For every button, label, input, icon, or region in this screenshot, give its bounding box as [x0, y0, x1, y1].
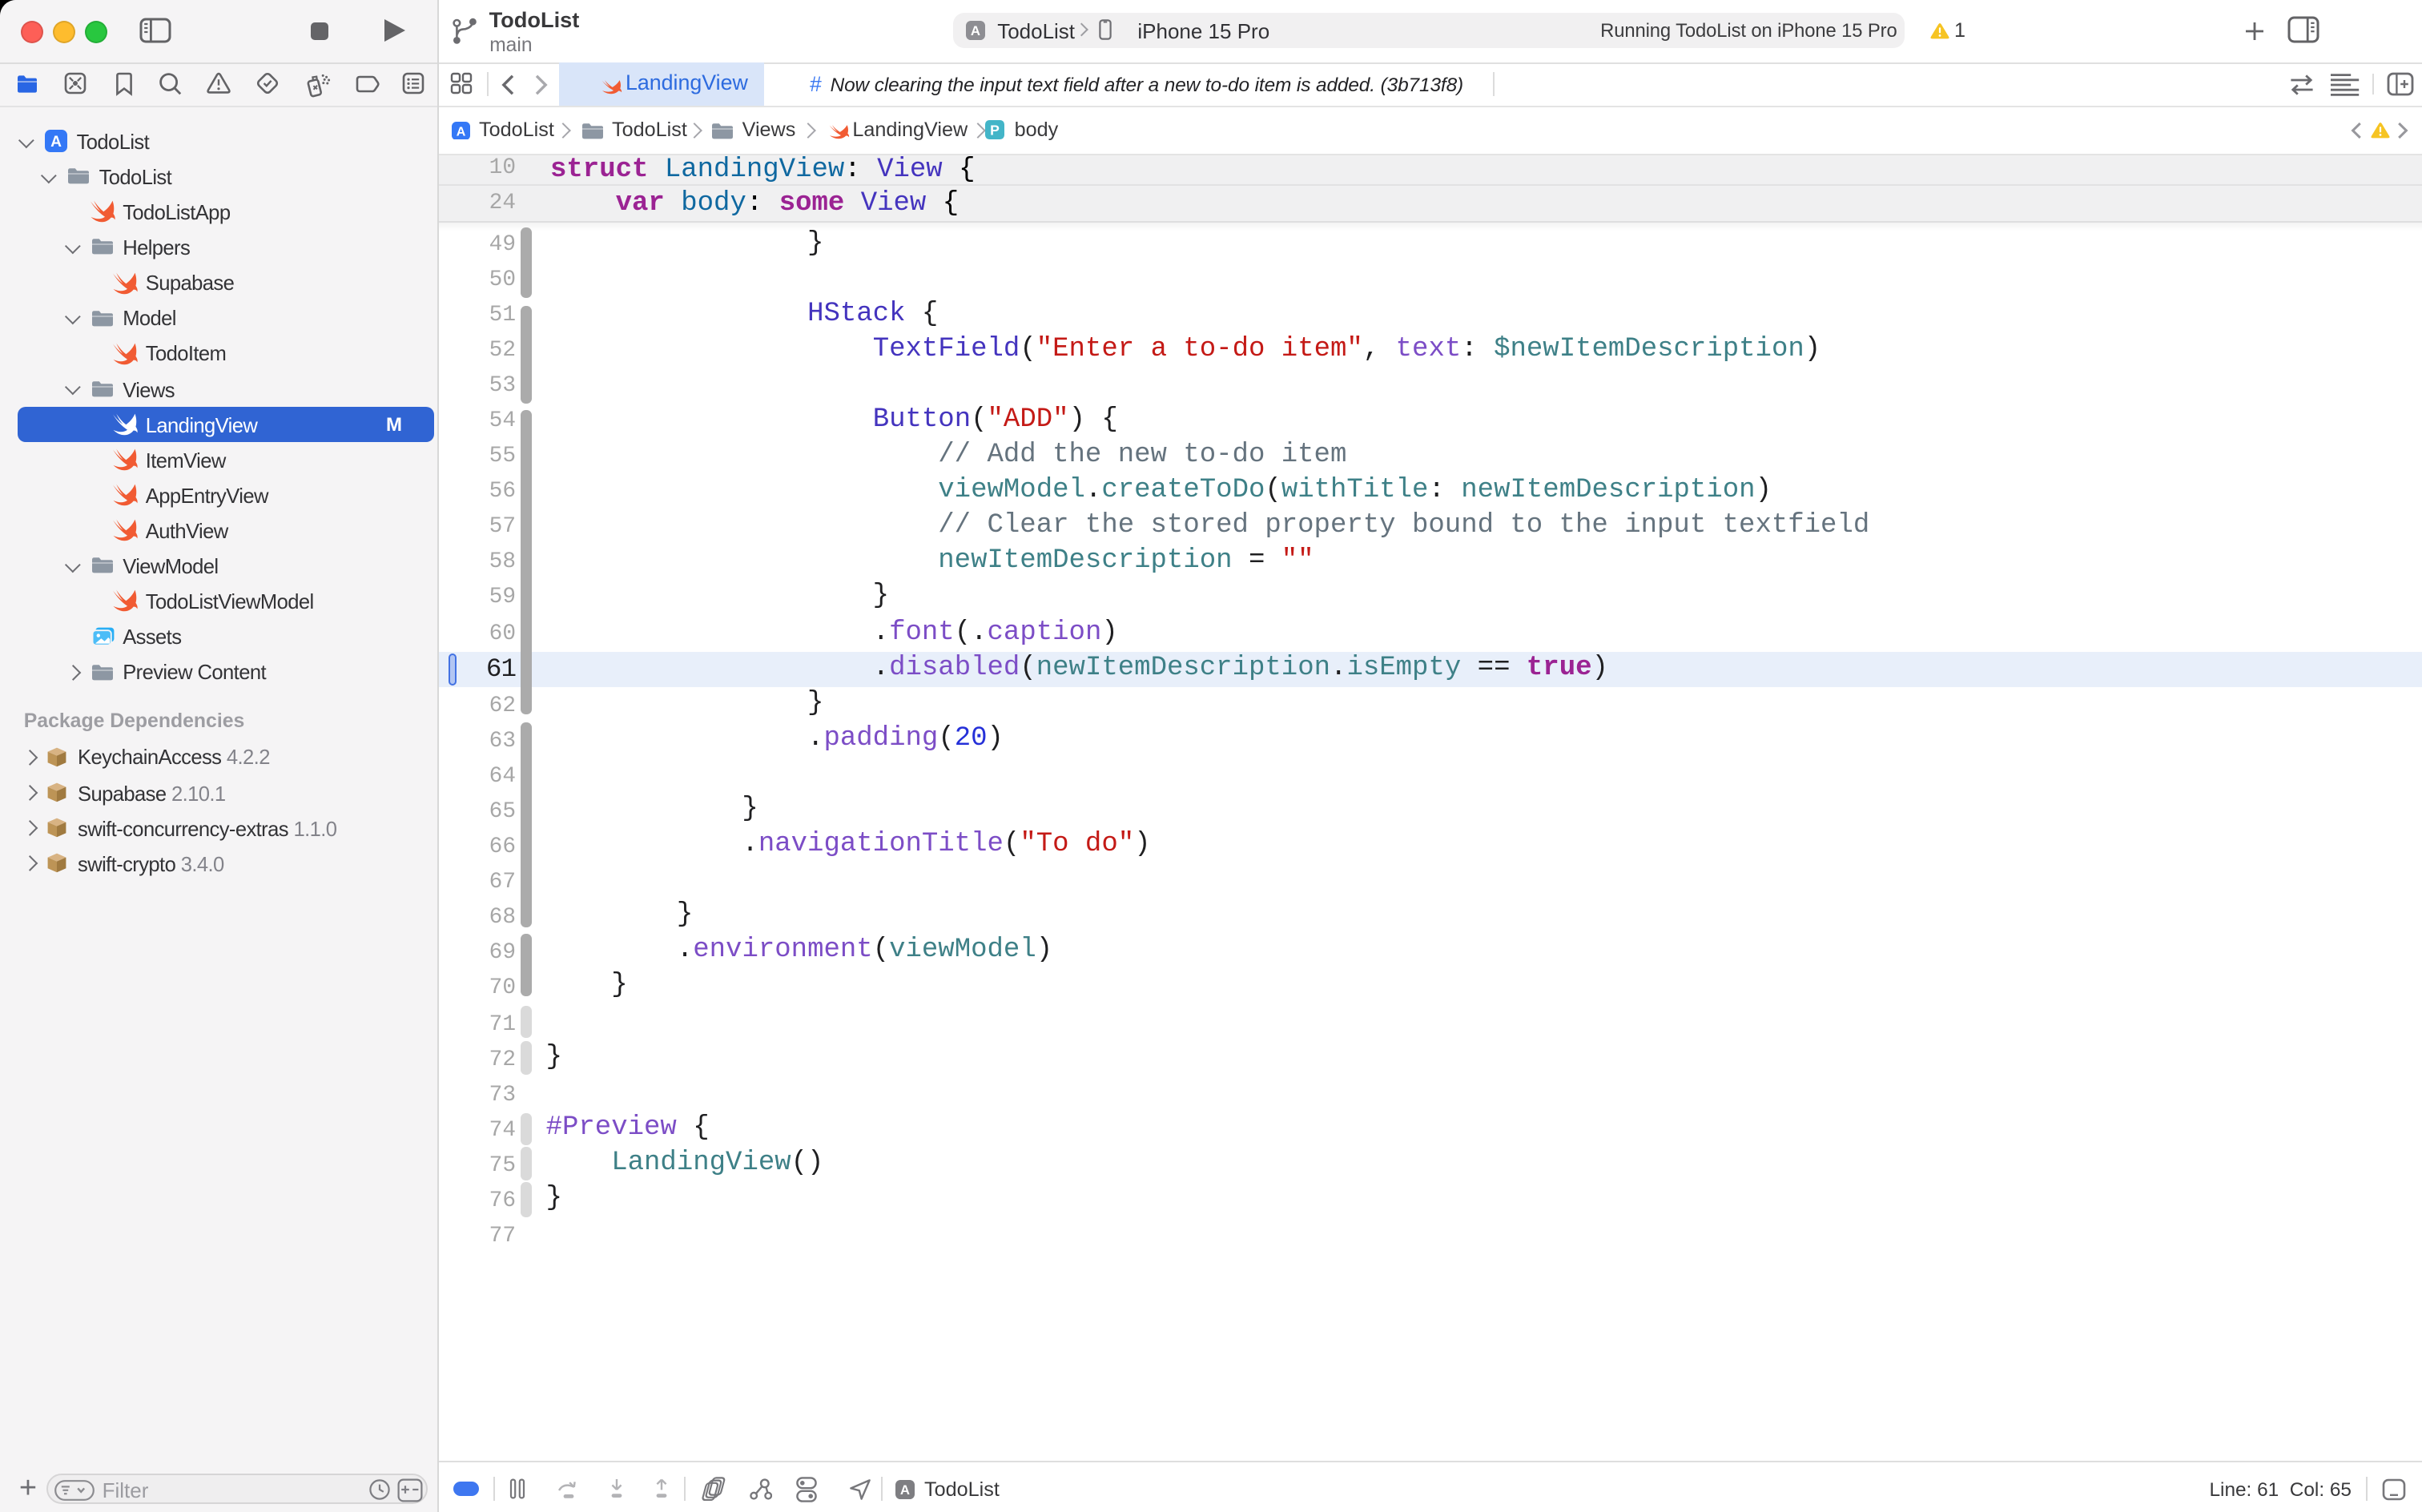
svg-text:P: P	[991, 123, 1000, 139]
svg-text:A: A	[971, 23, 980, 38]
svg-text:A: A	[900, 1482, 910, 1497]
svg-text:A: A	[50, 133, 62, 150]
svg-text:A: A	[457, 124, 466, 139]
